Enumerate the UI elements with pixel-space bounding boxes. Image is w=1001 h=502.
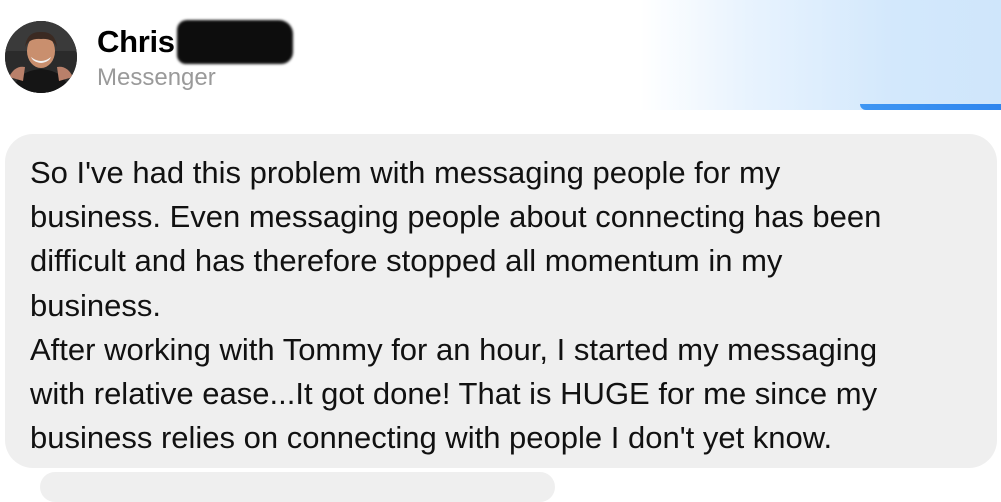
message-line: After working with Tommy for an hour, I … (30, 331, 878, 367)
next-message-bubble[interactable] (40, 472, 555, 502)
sender-name[interactable]: Chris (97, 24, 175, 60)
message-line: So I've had this problem with messaging … (30, 155, 781, 190)
previous-outgoing-message-bubble[interactable] (860, 104, 1001, 110)
source-label: Messenger (97, 64, 216, 91)
profile-photo-icon (5, 21, 77, 93)
avatar[interactable] (5, 21, 77, 93)
message-line: business relies on connecting with peopl… (30, 420, 833, 456)
top-background-gradient (640, 0, 1001, 110)
sender-name-row: Chris (97, 20, 293, 64)
redaction-mark (176, 20, 293, 64)
message-line: difficult and has therefore stopped all … (30, 243, 783, 279)
message-line: business. (30, 287, 161, 323)
message-line: with relative ease...It got done! That i… (30, 376, 878, 412)
message-line: business. Even messaging people about co… (30, 199, 882, 235)
incoming-message-bubble[interactable]: So I've had this problem with messaging … (5, 134, 997, 468)
